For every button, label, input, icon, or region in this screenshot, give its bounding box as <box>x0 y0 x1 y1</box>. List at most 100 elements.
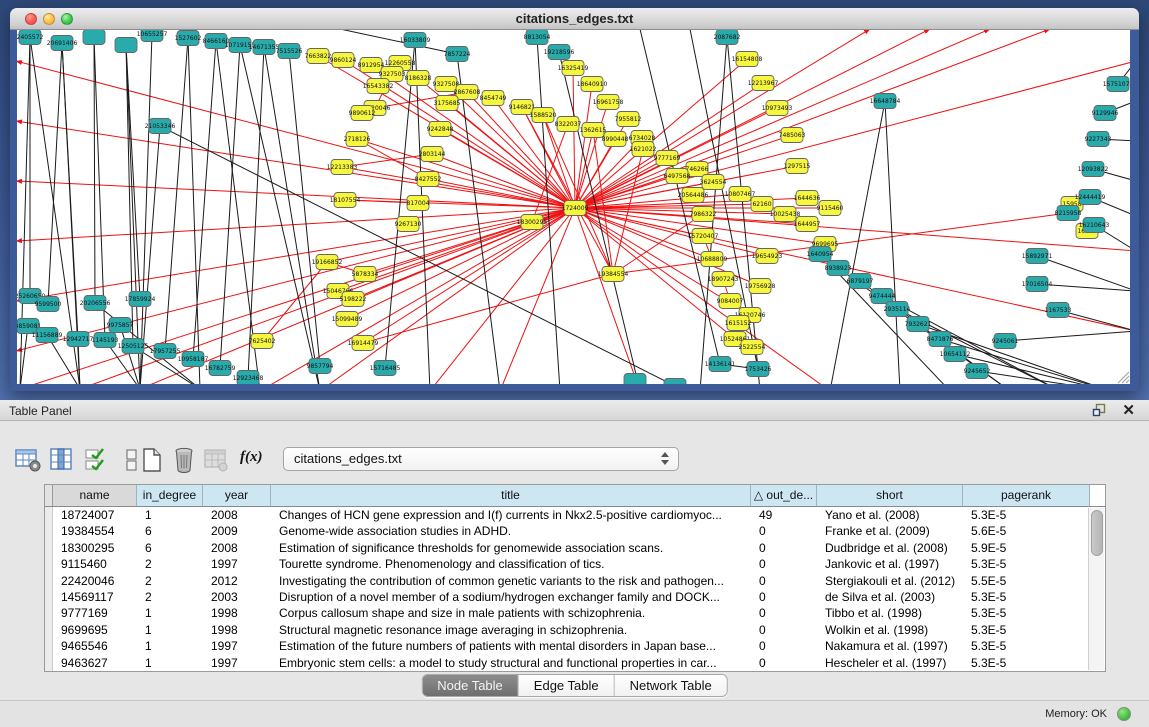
graph-node[interactable]: 2718126 <box>344 132 371 147</box>
graph-node[interactable]: 817004 <box>407 196 430 211</box>
tab-node-table[interactable]: Node Table <box>422 675 519 696</box>
table-cell[interactable]: Disruption of a novel member of a sodium… <box>271 589 751 605</box>
table-cell[interactable]: Estimation of significance thresholds fo… <box>271 540 751 556</box>
graph-node[interactable]: 2522554 <box>739 340 766 355</box>
table-cell[interactable]: 5.3E-5 <box>963 622 1090 638</box>
column-header-in_degree[interactable]: in_degree <box>137 485 203 506</box>
graph-node[interactable]: 15892971 <box>1022 249 1053 264</box>
graph-node[interactable]: 16210643 <box>1079 218 1110 233</box>
node-table[interactable]: namein_degreeyeartitle△ out_de...shortpa… <box>44 484 1106 672</box>
table-row[interactable]: 2242004622012Investigating the contribut… <box>45 573 1105 589</box>
table-cell[interactable]: 2008 <box>203 540 271 556</box>
table-cell[interactable]: 1 <box>137 655 203 671</box>
table-cell[interactable]: Structural magnetic resonance image aver… <box>271 622 751 638</box>
table-cell[interactable]: Tourette syndrome. Phenomenology and cla… <box>271 556 751 572</box>
table-cell[interactable]: Hescheler et al. (1997) <box>817 655 963 671</box>
delete-column-button[interactable] <box>170 446 198 474</box>
graph-node[interactable]: 18907243 <box>708 272 739 287</box>
graph-node[interactable]: 8938923 <box>825 261 852 276</box>
table-header-row[interactable]: namein_degreeyeartitle△ out_de...shortpa… <box>45 485 1105 507</box>
table-cell[interactable]: 1998 <box>203 605 271 621</box>
tab-edge-table[interactable]: Edge Table <box>519 675 615 696</box>
table-cell[interactable]: 2 <box>137 573 203 589</box>
graph-node[interactable]: 16961758 <box>593 95 624 110</box>
table-cell[interactable]: Jankovic et al. (1997) <box>817 556 963 572</box>
graph-node[interactable]: 9975857 <box>107 318 134 333</box>
graph-node[interactable]: 8427552 <box>415 172 442 187</box>
table-cell[interactable]: Franke et al. (2009) <box>817 523 963 539</box>
link-edge[interactable] <box>289 51 320 366</box>
table-cell[interactable]: Investigating the contribution of common… <box>271 573 751 589</box>
link-edge[interactable] <box>62 43 78 339</box>
canvas-resize-grip[interactable] <box>1118 372 1129 383</box>
graph-node[interactable]: 9890612 <box>349 106 376 121</box>
graph-node[interactable]: 9777169 <box>654 151 681 166</box>
table-cell[interactable]: 1998 <box>203 622 271 638</box>
citation-edge[interactable] <box>575 208 1130 251</box>
table-cell[interactable]: 18300295 <box>53 540 137 556</box>
graph-node[interactable]: 16648784 <box>870 94 901 109</box>
table-row[interactable]: 1872400712008Changes of HCN gene express… <box>45 507 1105 523</box>
table-cell[interactable]: 1 <box>137 507 203 523</box>
table-cell[interactable]: 5.3E-5 <box>963 507 1090 523</box>
table-cell[interactable]: Estimation of the future numbers of pati… <box>271 638 751 654</box>
graph-node[interactable]: 12923468 <box>233 371 264 385</box>
link-edge[interactable] <box>415 40 430 384</box>
table-cell[interactable]: 9463627 <box>53 655 137 671</box>
graph-node[interactable]: 19756928 <box>745 279 776 294</box>
graph-node[interactable]: 1527602 <box>175 31 202 46</box>
graph-node[interactable]: 1640954 <box>807 247 834 262</box>
graph-node[interactable]: 8813054 <box>524 30 551 45</box>
table-cell[interactable]: de Silva et al. (2003) <box>817 589 963 605</box>
graph-node[interactable]: 3624554 <box>700 175 727 190</box>
table-cell[interactable]: 19384554 <box>53 523 137 539</box>
table-cell[interactable]: 5.3E-5 <box>963 638 1090 654</box>
graph-node[interactable]: 12213383 <box>327 160 358 175</box>
graph-node[interactable]: 9860124 <box>330 53 357 68</box>
link-edge[interactable] <box>193 41 216 359</box>
select-column-button[interactable] <box>48 446 76 474</box>
graph-node[interactable]: 1644636 <box>794 191 821 206</box>
table-cell[interactable]: 1 <box>137 622 203 638</box>
table-cell[interactable]: 0 <box>751 655 817 671</box>
graph-node[interactable]: 5878334 <box>352 267 379 282</box>
graph-node[interactable] <box>115 38 137 53</box>
graph-node[interactable]: 9245652 <box>964 364 991 379</box>
memory-status-indicator-icon[interactable] <box>1117 707 1131 721</box>
graph-node[interactable]: 8215958 <box>1055 206 1082 221</box>
graph-node[interactable]: 7986322 <box>690 207 717 222</box>
graph-node[interactable]: 16782759 <box>205 361 236 376</box>
table-cell[interactable]: 0 <box>751 589 817 605</box>
table-cell[interactable]: 49 <box>751 507 817 523</box>
table-cell[interactable]: 1 <box>137 605 203 621</box>
table-cell[interactable]: 22420046 <box>53 573 137 589</box>
graph-node[interactable]: 1724009 <box>562 201 589 216</box>
graph-node[interactable]: 7515526 <box>276 44 303 59</box>
float-panel-icon[interactable] <box>1092 403 1107 418</box>
table-row[interactable]: 946554611997Estimation of the future num… <box>45 638 1105 654</box>
graph-node[interactable]: 16543382 <box>363 79 394 94</box>
graph-node[interactable]: 15751074 <box>1103 77 1130 92</box>
graph-node[interactable] <box>664 379 686 385</box>
table-cell[interactable]: 0 <box>751 638 817 654</box>
table-cell[interactable]: 5.3E-5 <box>963 589 1090 605</box>
graph-node[interactable]: 19654923 <box>752 249 783 264</box>
table-cell[interactable]: 2003 <box>203 589 271 605</box>
graph-node[interactable]: 16033809 <box>400 33 431 48</box>
graph-node[interactable]: 2803144 <box>419 147 446 162</box>
table-cell[interactable]: 0 <box>751 523 817 539</box>
table-cell[interactable]: 9777169 <box>53 605 137 621</box>
graph-node[interactable]: 1621022 <box>630 142 657 157</box>
table-cell[interactable]: Changes of HCN gene expression and I(f) … <box>271 507 751 523</box>
table-settings-button[interactable] <box>14 446 42 474</box>
graph-node[interactable]: 15099489 <box>332 312 363 327</box>
graph-node[interactable]: 15716485 <box>370 361 401 376</box>
new-column-button[interactable] <box>138 446 166 474</box>
table-cell[interactable]: 2008 <box>203 507 271 523</box>
graph-node[interactable]: 1297515 <box>784 159 811 174</box>
link-edge[interactable] <box>240 45 320 384</box>
table-cell[interactable]: 0 <box>751 556 817 572</box>
table-row[interactable]: 977716911998Corpus callosum shape and si… <box>45 605 1105 621</box>
link-edge[interactable] <box>140 34 152 384</box>
table-cell[interactable]: Genome-wide association studies in ADHD. <box>271 523 751 539</box>
